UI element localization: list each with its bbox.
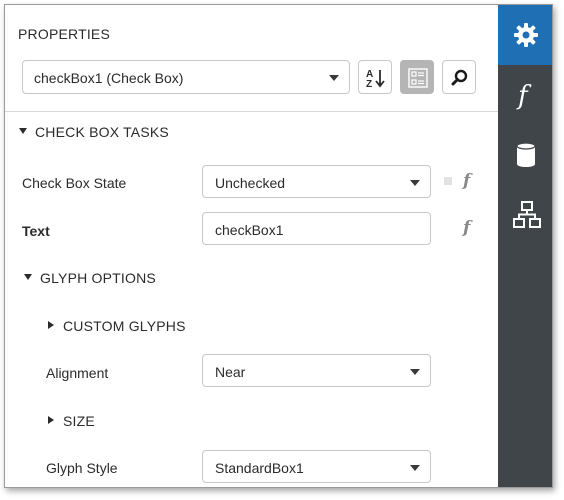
panel-title: PROPERTIES: [18, 26, 110, 42]
check-box-state-label: Check Box State: [22, 175, 127, 191]
glyph-style-label: Glyph Style: [46, 460, 118, 476]
expression-function-icon[interactable]: f: [463, 171, 470, 191]
section-title: CHECK BOX TASKS: [35, 124, 169, 140]
alignment-value: Near: [215, 364, 246, 380]
tab-report-explorer[interactable]: [498, 185, 552, 245]
collapse-triangle-icon: [19, 128, 27, 135]
tab-properties[interactable]: [498, 5, 552, 65]
categorize-button[interactable]: [400, 60, 434, 94]
text-label: Text: [22, 223, 50, 239]
section-title: GLYPH OPTIONS: [40, 270, 156, 286]
search-button[interactable]: [442, 60, 476, 94]
chevron-down-icon: [410, 465, 420, 471]
reset-marker-icon: [444, 177, 452, 185]
alignment-label: Alignment: [46, 365, 109, 381]
section-glyph-options[interactable]: GLYPH OPTIONS: [24, 270, 156, 286]
object-selector-value: checkBox1 (Check Box): [34, 70, 184, 86]
svg-text:f: f: [516, 81, 532, 110]
glyph-style-value: StandardBox1: [215, 460, 304, 476]
database-icon: [516, 142, 536, 167]
check-box-state-select[interactable]: Unchecked: [202, 165, 431, 198]
function-icon: f: [516, 81, 532, 110]
sidebar: f: [498, 5, 552, 487]
section-custom-glyphs[interactable]: CUSTOM GLYPHS: [48, 318, 186, 334]
sort-alpha-icon: A Z: [366, 69, 385, 89]
tab-data-source[interactable]: [498, 125, 552, 185]
chevron-down-icon: [410, 369, 420, 375]
section-title: CUSTOM GLYPHS: [63, 318, 186, 334]
divider: [5, 111, 498, 112]
section-check-box-tasks[interactable]: CHECK BOX TASKS: [19, 124, 169, 140]
tab-expressions[interactable]: f: [498, 65, 552, 125]
expression-function-icon[interactable]: f: [463, 218, 470, 238]
section-title: SIZE: [63, 413, 95, 429]
check-box-state-value: Unchecked: [215, 175, 286, 191]
categorized-icon: [408, 68, 428, 88]
properties-panel: PROPERTIES checkBox1 (Check Box) A Z CHE…: [5, 5, 498, 487]
hierarchy-icon: [513, 201, 541, 228]
text-input[interactable]: checkBox1: [202, 212, 431, 245]
gear-icon: [514, 23, 538, 47]
section-size[interactable]: SIZE: [48, 413, 95, 429]
chevron-down-icon: [329, 75, 339, 81]
search-icon: [451, 69, 468, 86]
glyph-style-select[interactable]: StandardBox1: [202, 450, 431, 483]
collapse-triangle-icon: [24, 274, 32, 281]
alignment-select[interactable]: Near: [202, 354, 431, 387]
expand-triangle-icon: [48, 416, 54, 425]
chevron-down-icon: [410, 180, 420, 186]
expand-triangle-icon: [48, 321, 54, 330]
object-selector[interactable]: checkBox1 (Check Box): [22, 60, 350, 94]
sort-alphabetically-button[interactable]: A Z: [358, 60, 392, 94]
svg-text:Z: Z: [366, 79, 372, 89]
properties-window: PROPERTIES checkBox1 (Check Box) A Z CHE…: [4, 4, 553, 488]
text-value: checkBox1: [215, 222, 284, 238]
